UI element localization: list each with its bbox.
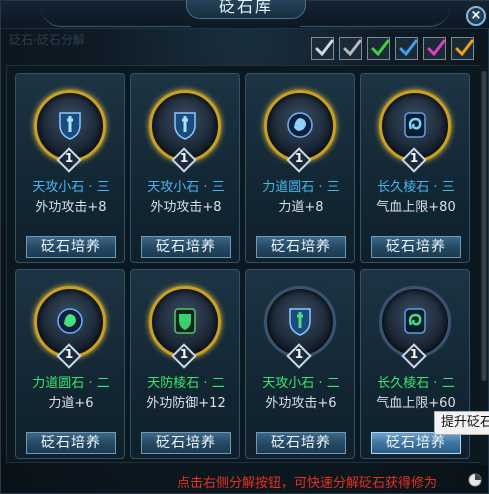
stone-name: 天防棱石 · 二 bbox=[147, 376, 225, 391]
stone-card: 1 天攻小石 · 三外功攻击+8 砭石培养 bbox=[130, 73, 240, 263]
cultivate-button[interactable]: 砭石培养 bbox=[141, 432, 231, 454]
level-badge: 1 bbox=[286, 343, 312, 369]
filter-checkbox-orange[interactable] bbox=[451, 37, 474, 60]
cultivate-button[interactable]: 砭石培养 bbox=[256, 236, 346, 258]
hint-text: 点击右侧分解按钮，可快速分解砭石获得修为 bbox=[177, 476, 438, 491]
title-ornament-left bbox=[41, 1, 191, 27]
filter-checkbox-green[interactable] bbox=[367, 37, 390, 60]
stone-stat: 力道+8 bbox=[278, 200, 324, 215]
cultivate-button[interactable]: 砭石培养 bbox=[371, 432, 461, 454]
stone-card: 1 长久棱石 · 三气血上限+80 砭石培养 bbox=[360, 73, 470, 263]
stone-name: 天攻小石 · 二 bbox=[262, 376, 340, 391]
stone-name: 天攻小石 · 三 bbox=[147, 180, 225, 195]
tooltip: 提升砭石 bbox=[434, 411, 489, 435]
level-value: 1 bbox=[64, 151, 74, 165]
stone-name: 力道圆石 · 三 bbox=[262, 180, 340, 195]
fist-orb-icon bbox=[287, 112, 313, 138]
fist-orb-icon bbox=[57, 308, 83, 334]
cultivate-button[interactable]: 砭石培养 bbox=[141, 236, 231, 258]
level-value: 1 bbox=[409, 347, 419, 361]
swirl-gem-icon bbox=[404, 112, 426, 138]
checkmark-icon bbox=[455, 39, 474, 57]
stone-card: 1 天攻小石 · 三外功攻击+8 砭石培养 bbox=[15, 73, 125, 263]
window-subtitle: 砭石·砭石分解 bbox=[9, 33, 85, 47]
stone-stat: 外功攻击+6 bbox=[265, 396, 337, 411]
stone-stat: 外功攻击+8 bbox=[35, 200, 107, 215]
scrollbar-thumb[interactable] bbox=[481, 71, 487, 381]
stone-stat: 外功攻击+8 bbox=[150, 200, 222, 215]
level-badge: 1 bbox=[171, 147, 197, 173]
window-title: 砭石库 bbox=[186, 0, 306, 19]
stone-card: 1 天防棱石 · 二外功防御+12 砭石培养 bbox=[130, 269, 240, 459]
stone-name: 长久棱石 · 三 bbox=[377, 180, 455, 195]
checkmark-icon bbox=[399, 39, 418, 57]
level-value: 1 bbox=[179, 347, 189, 361]
stone-stat: 力道+6 bbox=[48, 396, 94, 411]
filter-checkbox-gray[interactable] bbox=[339, 37, 362, 60]
close-button[interactable]: × bbox=[466, 6, 486, 26]
stone-library-window: 砭石库 × 砭石·砭石分解 1 天攻小石 · 三外功攻击+8 砭石培养 1 天攻小石 ·… bbox=[0, 0, 489, 494]
level-badge: 1 bbox=[56, 147, 82, 173]
level-value: 1 bbox=[64, 347, 74, 361]
level-badge: 1 bbox=[171, 343, 197, 369]
title-ornament-right bbox=[300, 1, 450, 27]
level-value: 1 bbox=[409, 151, 419, 165]
cultivate-button[interactable]: 砭石培养 bbox=[256, 432, 346, 454]
sword-shield-icon bbox=[59, 112, 81, 140]
filter-checkbox-white[interactable] bbox=[311, 37, 334, 60]
checkmark-icon bbox=[371, 39, 390, 57]
title-bar: 砭石库 bbox=[1, 0, 489, 29]
cultivate-button[interactable]: 砭石培养 bbox=[371, 236, 461, 258]
level-badge: 1 bbox=[401, 343, 427, 369]
level-badge: 1 bbox=[401, 147, 427, 173]
sword-shield-icon bbox=[174, 112, 196, 140]
stone-name: 长久棱石 · 二 bbox=[377, 376, 455, 391]
level-badge: 1 bbox=[286, 147, 312, 173]
checkmark-icon bbox=[343, 39, 362, 57]
stone-name: 天攻小石 · 三 bbox=[32, 180, 110, 195]
stone-stat: 气血上限+80 bbox=[376, 200, 456, 215]
quality-filters bbox=[311, 37, 474, 60]
level-value: 1 bbox=[294, 347, 304, 361]
filter-checkbox-blue[interactable] bbox=[395, 37, 418, 60]
stone-card: 1 力道圆石 · 三力道+8 砭石培养 bbox=[245, 73, 355, 263]
filter-checkbox-purple[interactable] bbox=[423, 37, 446, 60]
level-value: 1 bbox=[294, 151, 304, 165]
stone-card: 1 力道圆石 · 二力道+6 砭石培养 bbox=[15, 269, 125, 459]
level-badge: 1 bbox=[56, 343, 82, 369]
checkmark-icon bbox=[427, 39, 446, 57]
swirl-gem-icon bbox=[404, 308, 426, 334]
pie-chart-icon[interactable] bbox=[468, 473, 482, 487]
stone-name: 力道圆石 · 二 bbox=[32, 376, 110, 391]
cultivate-button[interactable]: 砭石培养 bbox=[26, 236, 116, 258]
stone-card: 1 天攻小石 · 二外功攻击+6 砭石培养 bbox=[245, 269, 355, 459]
checkmark-icon bbox=[315, 39, 334, 57]
cultivate-button[interactable]: 砭石培养 bbox=[26, 432, 116, 454]
stone-stat: 气血上限+60 bbox=[376, 396, 456, 411]
level-value: 1 bbox=[179, 151, 189, 165]
stone-stat: 外功防御+12 bbox=[146, 396, 226, 411]
sword-shield-icon bbox=[289, 308, 311, 336]
shield-gem-icon bbox=[174, 308, 196, 334]
